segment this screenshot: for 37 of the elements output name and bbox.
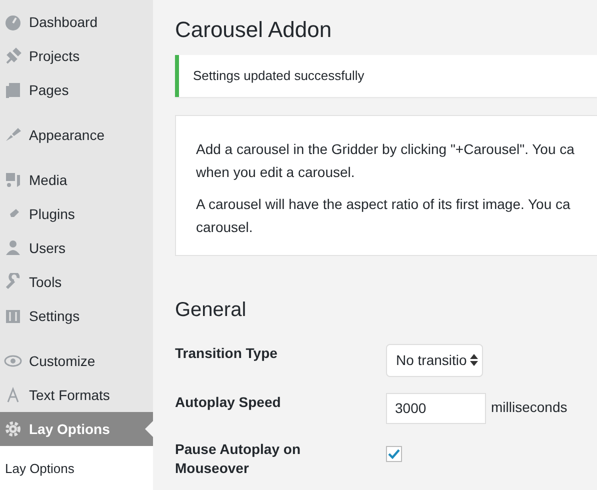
sidebar-item[interactable]: Tools	[0, 265, 153, 299]
field-label: Pause Autoplay on Mouseover	[175, 440, 302, 478]
info-text: A carousel will have the aspect ratio of its first image. You ca	[196, 194, 572, 214]
gear-icon	[4, 420, 22, 438]
media-icon	[4, 171, 22, 189]
page-title: Carousel Addon	[175, 16, 333, 44]
sidebar-item[interactable]: Media	[0, 163, 153, 197]
checkbox[interactable]	[386, 446, 402, 462]
info-text: carousel.	[196, 218, 254, 236]
sliders-icon	[4, 307, 22, 325]
field-label: Autoplay Speed	[175, 392, 282, 412]
dashboard-icon	[4, 13, 22, 31]
info-text: Add a carousel in the Gridder by clicking "+Carousel". You ca	[196, 140, 576, 159]
user-icon	[4, 239, 22, 257]
sidebar-item[interactable]: Dashboard	[0, 5, 153, 39]
transition-select[interactable]: No transitio	[386, 344, 483, 376]
sidebar-item[interactable]: Plugins	[0, 197, 153, 231]
sidebar-item[interactable]: Pages	[0, 73, 153, 107]
sidebar-item[interactable]: Appearance	[0, 118, 153, 152]
submenu-item[interactable]: Lay Options	[5, 457, 153, 482]
sidebar-item[interactable]: Projects	[0, 39, 153, 73]
section-title: General	[175, 298, 248, 322]
info-text: when you edit a carousel.	[196, 162, 356, 182]
sidebar-item[interactable]: Lay Options	[0, 412, 153, 446]
speed-input[interactable]: 3000	[386, 392, 486, 424]
pin-icon	[4, 47, 22, 65]
pages-icon	[4, 81, 22, 99]
brush-icon	[4, 126, 22, 144]
field-label: Transition Type	[175, 344, 278, 362]
sidebar-item[interactable]: Customize	[0, 344, 153, 378]
sidebar-item[interactable]: Settings	[0, 299, 153, 333]
sidebar-item[interactable]: Users	[0, 231, 153, 265]
sidebar-item[interactable]: Text Formats	[0, 378, 153, 412]
menu-pointer	[145, 421, 153, 437]
updown-arrows-icon	[470, 354, 478, 366]
success-notice: Settings updated successfully	[175, 55, 597, 96]
unit-label: milliseconds	[491, 398, 568, 416]
